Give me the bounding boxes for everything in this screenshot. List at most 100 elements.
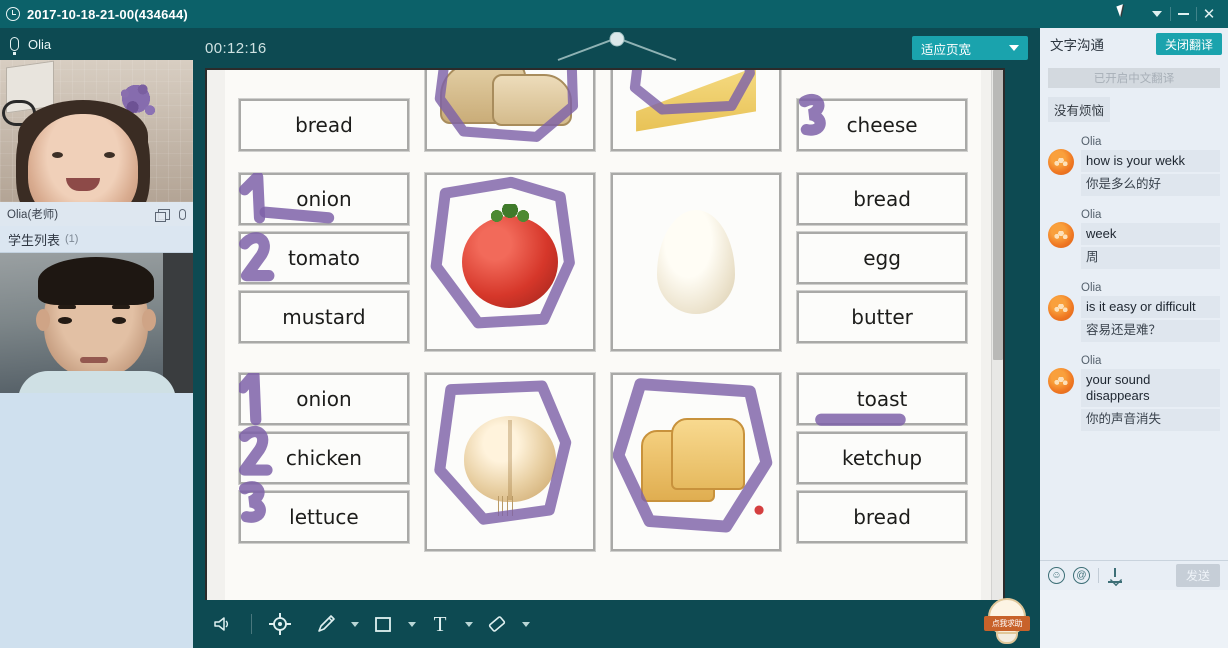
chevron-down-icon[interactable] xyxy=(408,621,416,627)
download-icon[interactable] xyxy=(1107,567,1123,584)
message-sender: Olia xyxy=(1081,281,1102,294)
word-card[interactable]: mustard xyxy=(239,291,409,343)
session-timer: 00:12:16 xyxy=(205,39,267,57)
app-window: 2017-10-18-21-00(434644) ✕ Olia Olia(老师)… xyxy=(0,0,1228,648)
teacher-video-tile[interactable] xyxy=(0,60,193,202)
avatar[interactable] xyxy=(1048,149,1074,175)
collapse-handle[interactable] xyxy=(552,32,682,66)
teacher-name-bar: Olia(老师) xyxy=(0,202,193,226)
fit-page-width-dropdown[interactable]: 适应页宽 xyxy=(912,36,1028,60)
pencil-tool[interactable] xyxy=(304,604,359,644)
word-card[interactable]: onion xyxy=(239,173,409,225)
laser-pointer-tool[interactable] xyxy=(258,604,302,644)
bread-image xyxy=(439,70,580,136)
student-video-tile[interactable] xyxy=(0,253,193,393)
cheese-image xyxy=(636,70,757,132)
caret-down-icon xyxy=(1152,11,1162,17)
window-icon[interactable] xyxy=(155,208,170,222)
picture-card-bread[interactable] xyxy=(424,70,595,151)
student-mouth xyxy=(80,357,108,363)
eraser-tool[interactable] xyxy=(475,604,530,644)
word-card[interactable]: bread xyxy=(239,99,409,151)
emoji-icon[interactable]: ☺ xyxy=(1048,567,1065,584)
whiteboard[interactable]: bread cheese onion tomato mustard bread … xyxy=(207,70,1003,616)
pencil-icon[interactable] xyxy=(304,604,348,644)
tomato-image xyxy=(461,204,558,308)
picture-card-onion[interactable] xyxy=(424,373,595,551)
picture-card-cheese[interactable] xyxy=(611,70,782,151)
word-card[interactable]: butter xyxy=(797,291,967,343)
student-hair xyxy=(38,257,154,305)
whiteboard-scrollbar[interactable] xyxy=(991,70,1003,616)
chevron-down-icon[interactable] xyxy=(522,621,530,627)
worksheet-row: bread cheese xyxy=(239,70,967,151)
help-badge-label: 点我求助 xyxy=(984,616,1030,631)
word-card[interactable]: bread xyxy=(797,491,967,543)
volume-button[interactable] xyxy=(201,604,245,644)
center-toolbar: 00:12:16 适应页宽 xyxy=(193,28,1040,68)
collapse-window-button[interactable] xyxy=(1144,1,1170,27)
worksheet-row: onion chicken lettuce toast ketchup brea… xyxy=(239,373,967,551)
avatar[interactable] xyxy=(1048,221,1074,248)
minimize-window-button[interactable] xyxy=(1170,1,1196,27)
picture-card-toast[interactable] xyxy=(611,373,782,551)
word-card[interactable]: cheese xyxy=(797,99,967,151)
microphone-icon[interactable] xyxy=(10,37,19,55)
word-card[interactable]: toast xyxy=(797,373,967,425)
title-bar: 2017-10-18-21-00(434644) ✕ xyxy=(0,0,1228,28)
microphone-icon[interactable] xyxy=(179,208,186,220)
onion-image xyxy=(458,410,562,516)
message-translation: 你的声音消失 xyxy=(1081,409,1220,431)
avatar[interactable] xyxy=(1048,367,1074,394)
toolbar-separator xyxy=(1098,568,1099,583)
minimize-icon xyxy=(1177,13,1189,15)
chat-header: 文字沟通 关闭翻译 xyxy=(1040,28,1228,60)
word-card[interactable]: tomato xyxy=(239,232,409,284)
chevron-down-icon xyxy=(1009,45,1019,51)
window-title: 2017-10-18-21-00(434644) xyxy=(27,6,188,22)
whiteboard-frame: bread cheese onion tomato mustard bread … xyxy=(205,68,1005,618)
egg-image xyxy=(657,210,736,314)
word-card[interactable]: bread xyxy=(797,173,967,225)
chat-message-list[interactable]: 已开启中文翻译 没有烦恼 Olia how is your wekk 你是多么的… xyxy=(1040,60,1228,560)
word-card[interactable]: lettuce xyxy=(239,491,409,543)
chevron-down-icon[interactable] xyxy=(465,621,473,627)
worksheet-row: onion tomato mustard bread egg butter xyxy=(239,173,967,351)
scrollbar-thumb[interactable] xyxy=(993,70,1003,360)
student-video-edge xyxy=(163,253,193,393)
help-badge[interactable]: 点我求助 xyxy=(984,596,1030,646)
word-card[interactable]: onion xyxy=(239,373,409,425)
avatar[interactable] xyxy=(1048,294,1074,321)
picture-card-tomato[interactable] xyxy=(424,173,595,351)
close-translation-button[interactable]: 关闭翻译 xyxy=(1155,33,1222,55)
annotation-toolbar: T 点我求助 xyxy=(193,598,1040,648)
laser-pointer-icon[interactable] xyxy=(258,604,302,644)
chevron-down-icon[interactable] xyxy=(351,621,359,627)
send-button[interactable]: 发送 xyxy=(1175,564,1220,587)
text-tool-label: T xyxy=(433,611,447,636)
text-icon[interactable]: T xyxy=(418,604,462,644)
student-shirt xyxy=(18,371,176,393)
word-column-right: bread egg butter xyxy=(797,173,967,351)
close-window-button[interactable]: ✕ xyxy=(1196,1,1222,27)
chat-input[interactable] xyxy=(1040,590,1228,648)
student-ear-left xyxy=(36,309,50,331)
chat-title: 文字沟通 xyxy=(1050,38,1104,53)
toast-image xyxy=(641,414,751,510)
mention-icon[interactable]: @ xyxy=(1073,567,1090,584)
fit-page-width-label: 适应页宽 xyxy=(921,42,972,57)
rectangle-icon[interactable] xyxy=(361,604,405,644)
picture-card-egg[interactable] xyxy=(611,173,782,351)
rectangle-tool[interactable] xyxy=(361,604,416,644)
eraser-icon[interactable] xyxy=(475,604,519,644)
student-list-empty-area xyxy=(0,393,193,633)
message-sender: Olia xyxy=(1081,208,1102,221)
word-card[interactable]: chicken xyxy=(239,432,409,484)
word-column-left: onion chicken lettuce xyxy=(239,373,409,551)
message-translation: 你是多么的好 xyxy=(1081,174,1220,196)
text-tool[interactable]: T xyxy=(418,604,473,644)
student-list-header[interactable]: 学生列表 (1) xyxy=(0,226,193,253)
word-card[interactable]: egg xyxy=(797,232,967,284)
word-card[interactable]: ketchup xyxy=(797,432,967,484)
chat-message: Olia week 周 xyxy=(1048,209,1220,269)
